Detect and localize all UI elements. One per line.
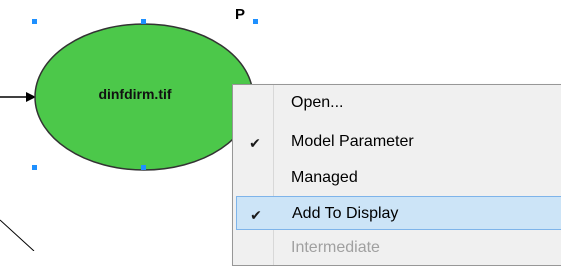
- menu-item-add-to-display[interactable]: ✔ Add To Display: [236, 196, 561, 230]
- menu-item-label: Add To Display: [292, 205, 399, 222]
- menu-item-open[interactable]: Open...: [236, 86, 561, 120]
- menu-item-intermediate: Intermediate: [236, 231, 561, 265]
- selection-handle[interactable]: [141, 165, 146, 170]
- menu-item-managed[interactable]: Managed: [236, 161, 561, 195]
- checkmark-icon: ✔: [250, 207, 262, 223]
- selection-handle[interactable]: [32, 165, 37, 170]
- checkmark-icon: ✔: [249, 135, 261, 151]
- connector-line-2[interactable]: [0, 219, 35, 251]
- model-parameter-marker: P: [235, 6, 246, 23]
- selection-handle[interactable]: [32, 19, 37, 24]
- context-menu: Open... ✔ Model Parameter Managed ✔ Add …: [232, 84, 561, 266]
- menu-item-model-parameter[interactable]: ✔ Model Parameter: [236, 125, 561, 159]
- selection-handle[interactable]: [253, 19, 258, 24]
- menu-item-label: Managed: [291, 169, 358, 186]
- menu-item-label: Model Parameter: [291, 133, 414, 150]
- data-element-label: dinfdirm.tif: [98, 86, 172, 102]
- menu-item-label: Open...: [291, 94, 344, 111]
- menu-item-label: Intermediate: [291, 239, 380, 256]
- selection-handle[interactable]: [141, 19, 146, 24]
